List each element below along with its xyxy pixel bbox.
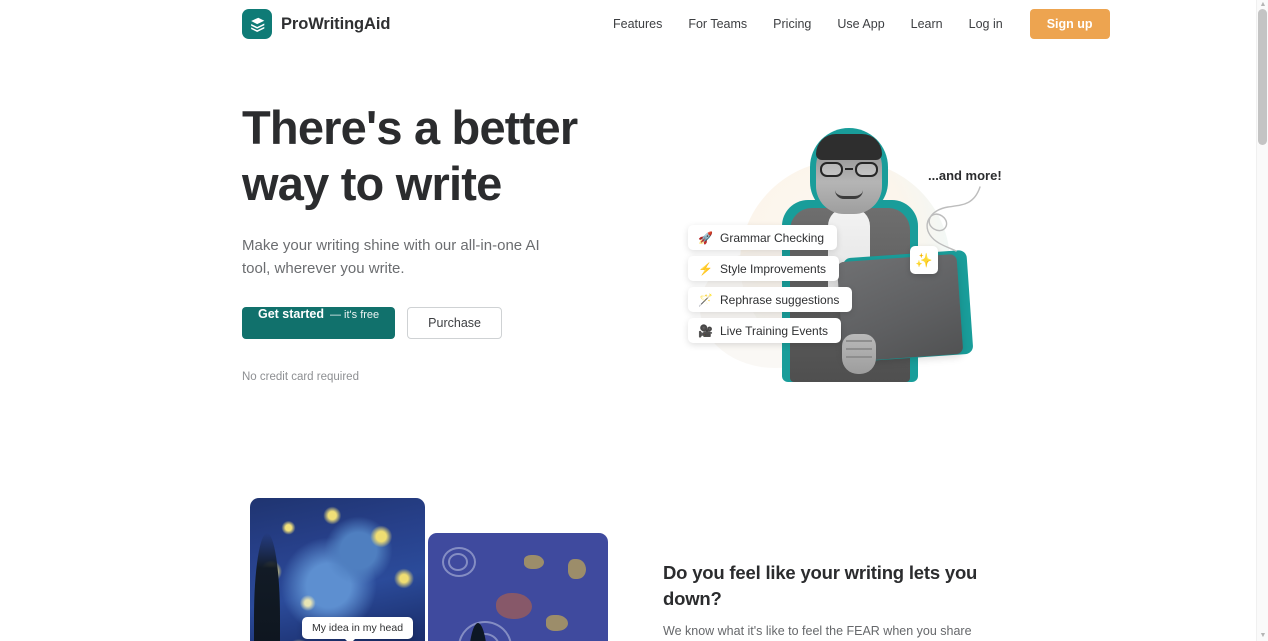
page-viewport: ProWritingAid Features For Teams Pricing… — [0, 0, 1256, 641]
primary-navigation: Features For Teams Pricing Use App Learn… — [600, 0, 1110, 48]
scroll-up-arrow-icon[interactable]: ▲ — [1259, 1, 1267, 9]
showcase-images: My idea in my head — [250, 498, 640, 641]
nav-item-use-app[interactable]: Use App — [824, 0, 897, 48]
get-started-free-tag: — it's free — [330, 309, 380, 321]
hero-illustration: ...and more! ✨ 🚀 Grammar Checking ⚡ Styl… — [660, 108, 1030, 383]
hero-cta-group: Get started — it's free Purchase — [242, 307, 642, 339]
feature-card-label: Grammar Checking — [720, 230, 825, 245]
hero-title: There's a better way to write — [242, 100, 642, 212]
site-header: ProWritingAid Features For Teams Pricing… — [0, 0, 1256, 48]
page-root: ProWritingAid Features For Teams Pricing… — [0, 0, 1268, 641]
vertical-scrollbar[interactable]: ▲ ▼ — [1256, 0, 1268, 641]
glasses-bridge — [845, 168, 853, 170]
yellow-star-blob — [568, 559, 586, 579]
yellow-star-blob — [524, 555, 544, 569]
person-glasses-icon — [818, 162, 880, 177]
orange-blob — [496, 593, 532, 619]
hero-section: There's a better way to write Make your … — [242, 100, 642, 383]
get-started-button[interactable]: Get started — it's free — [242, 307, 396, 339]
section-heading: Do you feel like your writing lets you d… — [663, 562, 978, 609]
feature-card-rephrase-suggestions[interactable]: 🪄 Rephrase suggestions — [688, 287, 853, 312]
feature-card-label: Rephrase suggestions — [720, 292, 840, 307]
feature-card-label: Live Training Events — [720, 323, 829, 338]
brand-name: ProWritingAid — [281, 14, 391, 33]
hero-title-line-2: way to write — [242, 157, 502, 210]
swirl-shape — [448, 553, 468, 571]
person-hair — [816, 134, 882, 160]
magic-wand-icon: 🪄 — [698, 292, 713, 307]
get-started-label: Get started — [258, 307, 324, 321]
scrollbar-thumb[interactable] — [1258, 9, 1267, 145]
nav-item-for-teams[interactable]: For Teams — [675, 0, 760, 48]
simplified-painting-image — [428, 533, 608, 641]
section-body-text: We know what it's like to feel the FEAR … — [663, 624, 972, 638]
hero-title-line-1: There's a better — [242, 101, 578, 154]
yellow-star-blob — [546, 615, 568, 631]
nav-item-learn[interactable]: Learn — [898, 0, 956, 48]
and-more-annotation: ...and more! — [928, 168, 1002, 183]
glasses-left-lens — [820, 162, 843, 177]
hero-subtitle: Make your writing shine with our all-in-… — [242, 237, 540, 277]
curly-pointer-line — [926, 186, 981, 252]
purchase-button[interactable]: Purchase — [407, 307, 502, 339]
feature-card-label: Style Improvements — [720, 261, 827, 276]
stacked-pages-checkmark-icon — [242, 9, 272, 39]
rocket-icon: 🚀 — [698, 230, 713, 245]
sparkles-icon: ✨ — [910, 246, 938, 274]
feature-card-grammar-checking[interactable]: 🚀 Grammar Checking — [688, 225, 838, 250]
writing-question-section: Do you feel like your writing lets you d… — [663, 560, 1023, 641]
no-credit-card-note: No credit card required — [242, 371, 359, 383]
brand-logo-link[interactable]: ProWritingAid — [242, 9, 390, 39]
sign-up-button[interactable]: Sign up — [1029, 9, 1110, 39]
feature-card-style-improvements[interactable]: ⚡ Style Improvements — [688, 256, 840, 281]
lightning-bolt-icon: ⚡ — [698, 261, 713, 276]
scroll-down-arrow-icon[interactable]: ▼ — [1259, 632, 1267, 640]
starry-night-image: My idea in my head — [250, 498, 425, 641]
my-idea-in-my-head-label: My idea in my head — [302, 617, 414, 641]
video-camera-icon: 🎥 — [698, 323, 713, 338]
glasses-right-lens — [855, 162, 878, 177]
feature-label-list: 🚀 Grammar Checking ⚡ Style Improvements … — [688, 225, 853, 343]
nav-item-log-in[interactable]: Log in — [956, 0, 1016, 48]
nav-item-features[interactable]: Features — [600, 0, 675, 48]
nav-item-pricing[interactable]: Pricing — [760, 0, 824, 48]
feature-card-live-training-events[interactable]: 🎥 Live Training Events — [688, 318, 842, 343]
sparkles-glyph: ✨ — [915, 251, 933, 268]
